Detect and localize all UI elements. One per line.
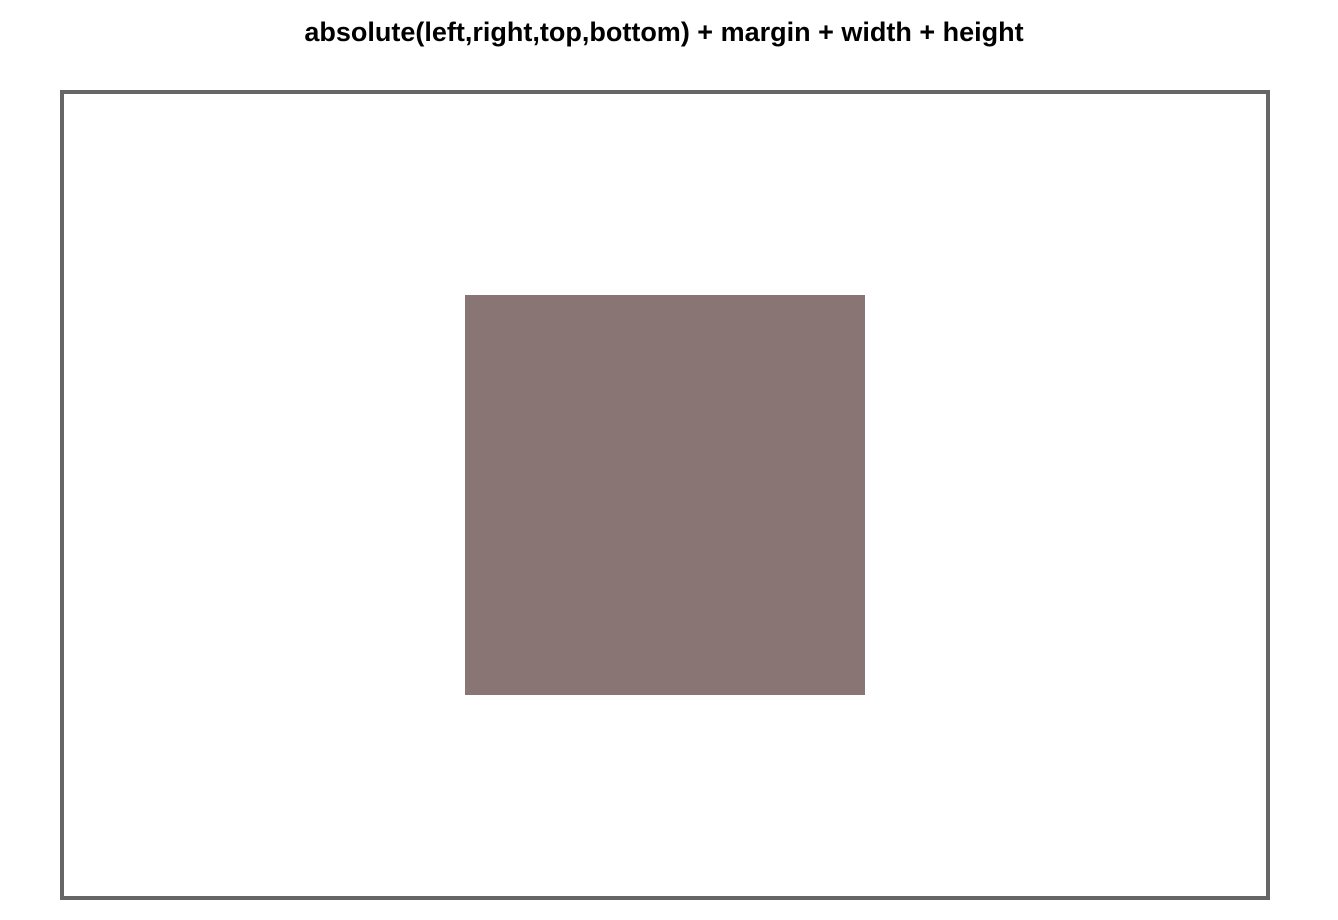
centered-box	[465, 295, 865, 695]
demo-container	[60, 90, 1270, 900]
page-title: absolute(left,right,top,bottom) + margin…	[304, 17, 1024, 47]
